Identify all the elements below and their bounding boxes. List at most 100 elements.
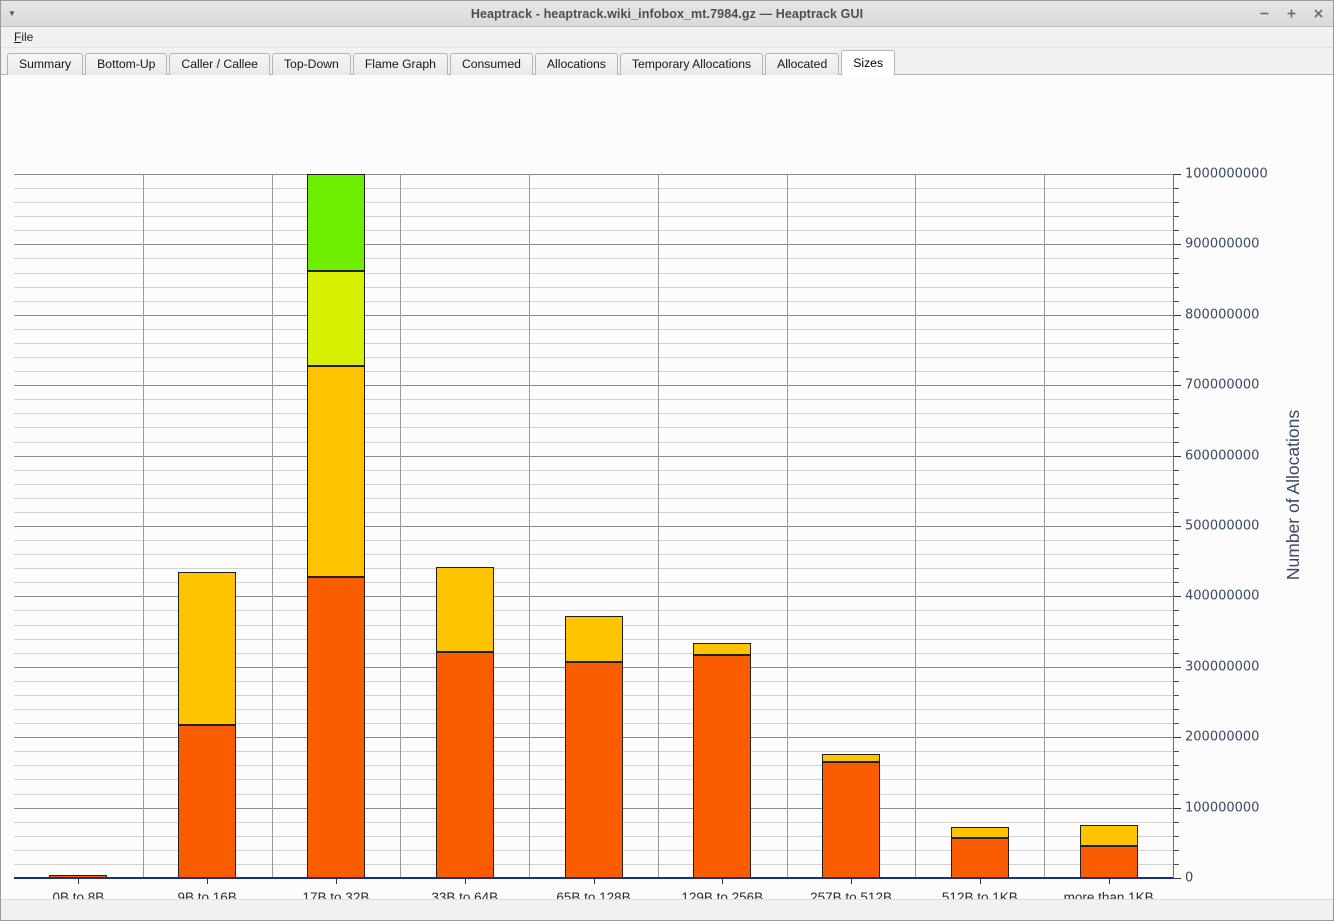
- bar-segment-segment-1: [436, 652, 494, 878]
- y-axis-tick-major: [1174, 737, 1181, 738]
- tab-caller-callee[interactable]: Caller / Callee: [169, 53, 270, 75]
- y-axis-tick-minor: [1174, 822, 1179, 823]
- y-axis-tick-minor: [1174, 794, 1179, 795]
- y-axis-tick-minor: [1174, 188, 1179, 189]
- y-axis-tick-minor: [1174, 470, 1179, 471]
- tab-temporary-allocations[interactable]: Temporary Allocations: [620, 53, 763, 75]
- tab-flame-graph[interactable]: Flame Graph: [353, 53, 448, 75]
- y-axis-tick-minor: [1174, 554, 1179, 555]
- bar-17b-to-32b[interactable]: [307, 174, 365, 878]
- bar-512b-to-1kb[interactable]: [951, 174, 1009, 878]
- bar-segment-segment-1: [1080, 846, 1138, 878]
- y-axis-tick-minor: [1174, 273, 1179, 274]
- y-axis-tick-minor: [1174, 709, 1179, 710]
- plot-area: [14, 174, 1173, 878]
- y-axis-tick-minor: [1174, 343, 1179, 344]
- y-axis-tick-label: 900000000: [1185, 237, 1259, 252]
- x-axis-tick-label: 257B to 512B: [810, 890, 892, 899]
- y-axis-tick-label: 300000000: [1185, 659, 1259, 674]
- y-axis-tick-major: [1174, 878, 1181, 879]
- bar-65b-to-128b[interactable]: [565, 174, 623, 878]
- x-axis-tick-label: 65B to 128B: [556, 890, 630, 899]
- bar-segment-segment-2: [822, 754, 880, 762]
- tab-summary[interactable]: Summary: [7, 53, 83, 75]
- y-axis-tick-minor: [1174, 216, 1179, 217]
- y-axis-tick-minor: [1174, 639, 1179, 640]
- y-axis-tick-minor: [1174, 258, 1179, 259]
- y-axis-tick-label: 100000000: [1185, 800, 1259, 815]
- y-axis-tick-minor: [1174, 202, 1179, 203]
- y-axis-tick-minor: [1174, 329, 1179, 330]
- y-axis-tick-label: 200000000: [1185, 730, 1259, 745]
- x-axis-tick-label: 9B to 16B: [178, 890, 237, 899]
- bar-129b-to-256b[interactable]: [693, 174, 751, 878]
- tab-allocated[interactable]: Allocated: [765, 53, 839, 75]
- y-axis-tick-minor: [1174, 695, 1179, 696]
- y-axis-tick-minor: [1174, 357, 1179, 358]
- y-axis-tick-minor: [1174, 427, 1179, 428]
- y-axis-tick-minor: [1174, 484, 1179, 485]
- menu-item-file[interactable]: File: [9, 28, 38, 46]
- y-axis-tick-label: 600000000: [1185, 448, 1259, 463]
- bar-segment-segment-3: [307, 271, 365, 366]
- sizes-bar-chart: 0100000000200000000300000000400000000500…: [1, 75, 1333, 899]
- gridline-vertical: [787, 174, 788, 878]
- y-axis-tick-minor: [1174, 568, 1179, 569]
- window-menu-caret-down-icon[interactable]: ▼: [1, 1, 23, 26]
- tab-consumed[interactable]: Consumed: [450, 53, 533, 75]
- y-axis-tick-minor: [1174, 836, 1179, 837]
- x-axis-tick: [851, 879, 852, 884]
- y-axis-tick-minor: [1174, 540, 1179, 541]
- close-icon[interactable]: [1312, 7, 1325, 20]
- y-axis-tick-minor: [1174, 751, 1179, 752]
- x-axis-tick-label: 0B to 8B: [52, 890, 104, 899]
- tab-sizes[interactable]: Sizes: [841, 50, 895, 75]
- bar-0b-to-8b[interactable]: [49, 174, 107, 878]
- x-axis-tick-label: 512B to 1KB: [942, 890, 1018, 899]
- tab-bottom-up[interactable]: Bottom-Up: [85, 53, 167, 75]
- y-axis-tick-minor: [1174, 625, 1179, 626]
- y-axis-tick-major: [1174, 667, 1181, 668]
- gridline-vertical: [915, 174, 916, 878]
- bar-segment-segment-1: [951, 838, 1009, 878]
- bar-segment-segment-1: [307, 577, 365, 878]
- bar-9b-to-16b[interactable]: [178, 174, 236, 878]
- gridline-vertical: [529, 174, 530, 878]
- bar-33b-to-64b[interactable]: [436, 174, 494, 878]
- y-axis-tick-minor: [1174, 723, 1179, 724]
- window-title: Heaptrack - heaptrack.wiki_infobox_mt.79…: [1, 7, 1333, 21]
- y-axis-tick-major: [1174, 385, 1181, 386]
- x-axis-tick: [78, 879, 79, 884]
- x-axis-tick-label: 129B to 256B: [681, 890, 763, 899]
- tab-allocations[interactable]: Allocations: [535, 53, 618, 75]
- y-axis-tick-minor: [1174, 230, 1179, 231]
- y-axis-tick-major: [1174, 174, 1181, 175]
- y-axis-tick-minor: [1174, 653, 1179, 654]
- y-axis-tick-minor: [1174, 765, 1179, 766]
- y-axis-tick-label: 1000000000: [1185, 167, 1268, 182]
- y-axis-tick-minor: [1174, 498, 1179, 499]
- application-window: ▼ Heaptrack - heaptrack.wiki_infobox_mt.…: [0, 0, 1334, 921]
- y-axis-tick-major: [1174, 808, 1181, 809]
- gridline-vertical: [658, 174, 659, 878]
- y-axis-tick-minor: [1174, 512, 1179, 513]
- tab-top-down[interactable]: Top-Down: [272, 53, 351, 75]
- gridline-vertical: [143, 174, 144, 878]
- menu-bar: File: [1, 27, 1333, 48]
- gridline-vertical: [1044, 174, 1045, 878]
- maximize-icon[interactable]: [1285, 7, 1298, 20]
- y-axis-tick-major: [1174, 526, 1181, 527]
- bar-more-than-1kb[interactable]: [1080, 174, 1138, 878]
- bar-segment-segment-1: [178, 725, 236, 878]
- title-bar: ▼ Heaptrack - heaptrack.wiki_infobox_mt.…: [1, 1, 1333, 27]
- gridline-vertical: [272, 174, 273, 878]
- x-axis-tick-label: more than 1KB: [1064, 890, 1154, 899]
- x-axis-tick: [1109, 879, 1110, 884]
- y-axis-tick-major: [1174, 244, 1181, 245]
- y-axis-tick-label: 500000000: [1185, 519, 1259, 534]
- bar-257b-to-512b[interactable]: [822, 174, 880, 878]
- y-axis-tick-minor: [1174, 413, 1179, 414]
- y-axis-tick-label: 0: [1185, 871, 1193, 886]
- minimize-icon[interactable]: [1258, 7, 1271, 20]
- y-axis-tick-minor: [1174, 301, 1179, 302]
